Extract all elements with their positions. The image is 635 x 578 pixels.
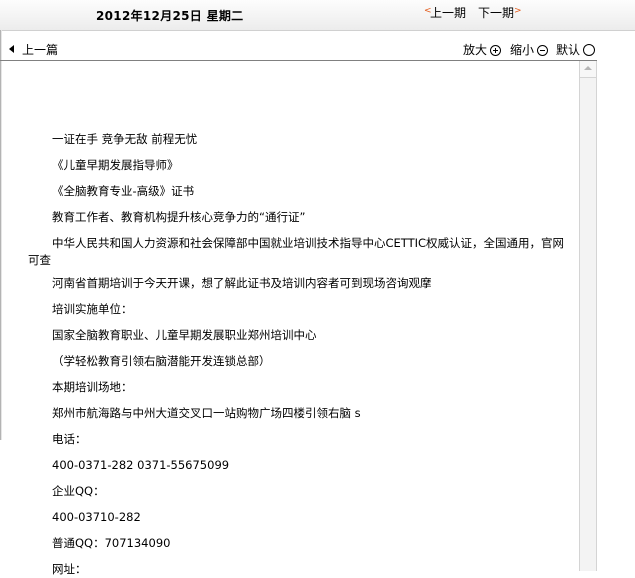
issue-header-bar: 2012年12月25日 星期二 < 上一期 下一期 > [0, 0, 635, 31]
article-paragraph: 中华人民共和国人力资源和社会保障部中国就业培训技术指导中心CETTIC权威认证，… [28, 236, 565, 267]
article-paragraph: 400-03710-282 [52, 510, 141, 524]
prev-article-link[interactable]: 上一篇 [9, 41, 58, 58]
next-issue-marker-icon: > [514, 6, 522, 16]
article-paragraph: 郑州市航海路与中州大道交叉口一站购物广场四楼引领右脑 s [52, 406, 361, 420]
article-paragraph: 普通QQ：707134090 [52, 536, 171, 550]
vertical-scrollbar[interactable] [579, 61, 597, 571]
article-toolbar: 上一篇 放大 缩小 默认 [0, 40, 597, 61]
article-paragraph: 培训实施单位： [52, 302, 133, 316]
article-paragraph: 教育工作者、教育机构提升核心竞争力的“通行证” [52, 210, 306, 224]
left-frame-edge [0, 30, 2, 440]
prev-issue-link[interactable]: 上一期 [430, 4, 466, 21]
article-paragraph: 网址： [52, 562, 87, 576]
article-paragraph: 《全脑教育专业-高级》证书 [52, 184, 195, 198]
zoom-in-icon [490, 45, 502, 56]
zoom-in-label: 放大 [463, 43, 488, 57]
article-paragraph: 本期培训场地： [52, 380, 133, 394]
zoom-out-label: 缩小 [510, 43, 535, 57]
scroll-up-arrow-icon[interactable] [580, 61, 596, 78]
zoom-default-button[interactable]: 默认 [556, 41, 596, 58]
prev-article-label: 上一篇 [22, 43, 59, 57]
zoom-default-icon [583, 44, 596, 56]
article-paragraph: 河南省首期培训于今天开课，想了解此证书及培训内容者可到现场咨询观摩 [52, 276, 432, 290]
zoom-out-icon [537, 45, 549, 56]
article-paragraph: 《儿童早期发展指导师》 [52, 158, 179, 172]
article-paragraph: 一证在手 竞争无敌 前程无忧 [52, 132, 198, 146]
zoom-default-label: 默认 [556, 43, 581, 57]
zoom-out-button[interactable]: 缩小 [510, 41, 549, 58]
article-paragraph: （学轻松教育引领右脑潜能开发连锁总部） [52, 354, 271, 368]
zoom-in-button[interactable]: 放大 [463, 41, 502, 58]
article-paragraph: 企业QQ： [52, 484, 105, 498]
next-issue-link[interactable]: 下一期 [478, 4, 514, 21]
issue-date: 2012年12月25日 星期二 [96, 9, 244, 23]
article-paragraph: 电话： [52, 432, 87, 446]
article-paragraph: 400-0371-282 0371-55675099 [52, 458, 230, 472]
article-paragraph: 国家全脑教育职业、儿童早期发展职业郑州培训中心 [52, 328, 317, 342]
left-triangle-icon [9, 45, 14, 53]
